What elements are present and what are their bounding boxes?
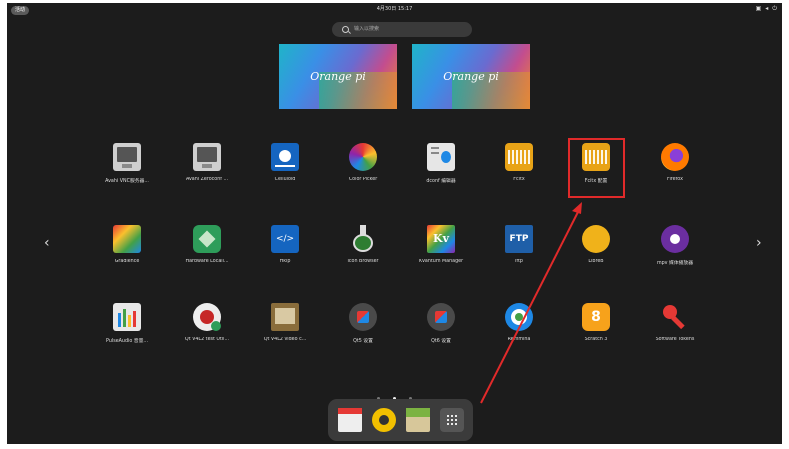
calendar-icon[interactable] [338,408,362,432]
annotation-arrow [480,202,582,404]
file-manager-icon[interactable] [406,408,430,432]
music-player-icon[interactable] [372,408,396,432]
dock [328,399,473,441]
show-apps-grid-icon[interactable] [440,408,464,432]
desktop-screen: 活动 4月30日 15:17 ▣ ◂ ⏻ 输入以搜索 Orange pi Ora… [7,3,782,444]
